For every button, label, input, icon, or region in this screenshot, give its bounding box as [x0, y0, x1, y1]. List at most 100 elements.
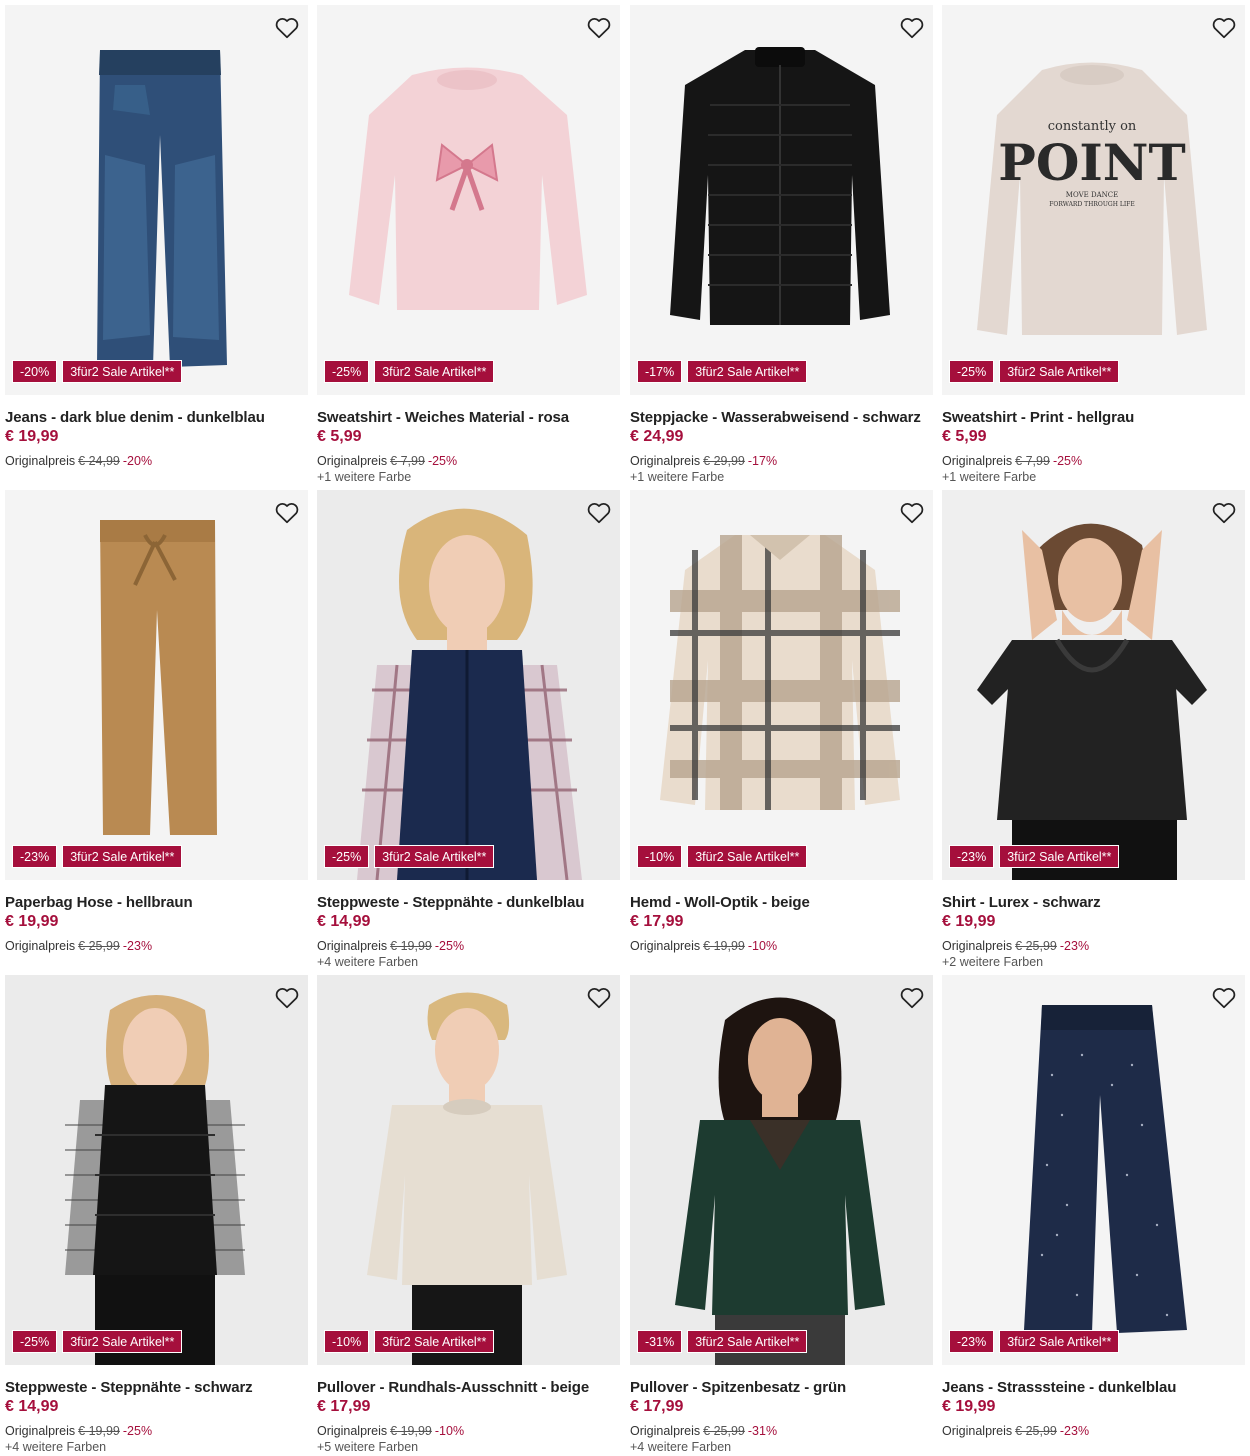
product-title[interactable]: Steppjacke - Wasserabweisend - schwarz [630, 409, 921, 426]
product-photo [5, 975, 308, 1365]
product-card[interactable]: -25% 3für2 Sale Artikel** Steppweste - S… [317, 490, 620, 970]
original-price: € 19,99 [390, 939, 432, 953]
more-colors-link[interactable]: +1 weitere Farbe [317, 470, 411, 484]
product-card[interactable]: -23% 3für2 Sale Artikel** Shirt - Lurex … [942, 490, 1245, 970]
product-title[interactable]: Pullover - Rundhals-Ausschnitt - beige [317, 1379, 589, 1396]
discount-badge: -25% [324, 360, 370, 383]
wishlist-heart-icon[interactable] [899, 985, 925, 1011]
discount-badge: -31% [637, 1330, 683, 1353]
product-price: € 19,99 [5, 428, 59, 445]
more-colors-link[interactable]: +4 weitere Farben [5, 1440, 106, 1454]
discount-percent: -25% [1052, 454, 1083, 468]
product-image[interactable]: -31% 3für2 Sale Artikel** [630, 975, 933, 1365]
sale-promo-badge: 3für2 Sale Artikel** [62, 1330, 183, 1353]
wishlist-heart-icon[interactable] [899, 15, 925, 41]
more-colors-link[interactable]: +4 weitere Farben [317, 955, 418, 969]
badge-group: -25% 3für2 Sale Artikel** [949, 360, 1120, 383]
product-card[interactable]: constantly on POINT MOVE DANCE FORWARD T… [942, 5, 1245, 485]
product-card[interactable]: -10% 3für2 Sale Artikel** Hemd - Woll-Op… [630, 490, 933, 970]
product-image[interactable]: -17% 3für2 Sale Artikel** [630, 5, 933, 395]
badge-group: -20% 3für2 Sale Artikel** [12, 360, 183, 383]
product-title[interactable]: Paperbag Hose - hellbraun [5, 894, 193, 911]
discount-percent: -25% [427, 454, 458, 468]
product-image[interactable]: -10% 3für2 Sale Artikel** [630, 490, 933, 880]
original-price-line: Originalpreis € 7,99 -25% [942, 454, 1082, 468]
product-photo [630, 490, 933, 880]
print-line-3: MOVE DANCE [1066, 191, 1118, 199]
original-price: € 25,99 [78, 939, 120, 953]
product-image[interactable]: -25% 3für2 Sale Artikel** [5, 975, 308, 1365]
sale-promo-badge: 3für2 Sale Artikel** [62, 360, 183, 383]
original-price-label: Originalpreis [942, 454, 1013, 468]
product-photo [630, 975, 933, 1365]
sale-promo-badge: 3für2 Sale Artikel** [374, 845, 495, 868]
print-line-2: POINT [998, 133, 1185, 192]
product-card[interactable]: -20% 3für2 Sale Artikel** Jeans - dark b… [5, 5, 308, 485]
product-title[interactable]: Shirt - Lurex - schwarz [942, 894, 1101, 911]
product-image[interactable]: -23% 3für2 Sale Artikel** [942, 490, 1245, 880]
product-price: € 17,99 [630, 1398, 684, 1415]
wishlist-heart-icon[interactable] [1211, 500, 1237, 526]
wishlist-heart-icon[interactable] [274, 15, 300, 41]
wishlist-heart-icon[interactable] [274, 985, 300, 1011]
more-colors-link[interactable]: +1 weitere Farbe [942, 470, 1036, 484]
product-image[interactable]: constantly on POINT MOVE DANCE FORWARD T… [942, 5, 1245, 395]
product-card[interactable]: -10% 3für2 Sale Artikel** Pullover - Run… [317, 975, 620, 1455]
product-card[interactable]: -17% 3für2 Sale Artikel** Steppjacke - W… [630, 5, 933, 485]
product-price: € 19,99 [942, 913, 996, 930]
badge-group: -10% 3für2 Sale Artikel** [324, 1330, 495, 1353]
discount-badge: -10% [637, 845, 683, 868]
badge-group: -31% 3für2 Sale Artikel** [637, 1330, 808, 1353]
original-price-label: Originalpreis [630, 1424, 701, 1438]
original-price-line: Originalpreis € 29,99 -17% [630, 454, 777, 468]
discount-percent: -25% [122, 1424, 153, 1438]
discount-badge: -25% [324, 845, 370, 868]
product-title[interactable]: Steppweste - Steppnähte - schwarz [5, 1379, 253, 1396]
product-price: € 14,99 [317, 913, 371, 930]
product-image[interactable]: -25% 3für2 Sale Artikel** [317, 490, 620, 880]
original-price-label: Originalpreis [5, 939, 76, 953]
product-title[interactable]: Pullover - Spitzenbesatz - grün [630, 1379, 846, 1396]
product-card[interactable]: -31% 3für2 Sale Artikel** Pullover - Spi… [630, 975, 933, 1455]
product-image[interactable]: -20% 3für2 Sale Artikel** [5, 5, 308, 395]
sale-promo-badge: 3für2 Sale Artikel** [687, 845, 808, 868]
wishlist-heart-icon[interactable] [274, 500, 300, 526]
product-title[interactable]: Steppweste - Steppnähte - dunkelblau [317, 894, 584, 911]
more-colors-link[interactable]: +2 weitere Farben [942, 955, 1043, 969]
more-colors-link[interactable]: +5 weitere Farben [317, 1440, 418, 1454]
original-price: € 19,99 [78, 1424, 120, 1438]
product-card[interactable]: -23% 3für2 Sale Artikel** Jeans - Strass… [942, 975, 1245, 1455]
product-photo [317, 975, 620, 1365]
wishlist-heart-icon[interactable] [1211, 15, 1237, 41]
product-title[interactable]: Hemd - Woll-Optik - beige [630, 894, 810, 911]
product-image[interactable]: -25% 3für2 Sale Artikel** [317, 5, 620, 395]
product-card[interactable]: -25% 3für2 Sale Artikel** Sweatshirt - W… [317, 5, 620, 485]
original-price-label: Originalpreis [942, 939, 1013, 953]
original-price: € 25,99 [1015, 939, 1057, 953]
more-colors-link[interactable]: +1 weitere Farbe [630, 470, 724, 484]
product-title[interactable]: Sweatshirt - Print - hellgrau [942, 409, 1134, 426]
product-photo [317, 490, 620, 880]
badge-group: -10% 3für2 Sale Artikel** [637, 845, 808, 868]
product-card[interactable]: -23% 3für2 Sale Artikel** Paperbag Hose … [5, 490, 308, 970]
product-title[interactable]: Jeans - Strasssteine - dunkelblau [942, 1379, 1176, 1396]
more-colors-link[interactable]: +4 weitere Farben [630, 1440, 731, 1454]
wishlist-heart-icon[interactable] [586, 15, 612, 41]
discount-badge: -25% [949, 360, 995, 383]
badge-group: -23% 3für2 Sale Artikel** [12, 845, 183, 868]
wishlist-heart-icon[interactable] [586, 985, 612, 1011]
product-title[interactable]: Sweatshirt - Weiches Material - rosa [317, 409, 569, 426]
wishlist-heart-icon[interactable] [899, 500, 925, 526]
product-image[interactable]: -23% 3für2 Sale Artikel** [942, 975, 1245, 1365]
original-price-line: Originalpreis € 19,99 -10% [630, 939, 777, 953]
wishlist-heart-icon[interactable] [1211, 985, 1237, 1011]
wishlist-heart-icon[interactable] [586, 500, 612, 526]
product-card[interactable]: -25% 3für2 Sale Artikel** Steppweste - S… [5, 975, 308, 1455]
product-title[interactable]: Jeans - dark blue denim - dunkelblau [5, 409, 265, 426]
product-image[interactable]: -10% 3für2 Sale Artikel** [317, 975, 620, 1365]
discount-percent: -31% [747, 1424, 778, 1438]
original-price: € 29,99 [703, 454, 745, 468]
original-price: € 19,99 [390, 1424, 432, 1438]
product-image[interactable]: -23% 3für2 Sale Artikel** [5, 490, 308, 880]
badge-group: -25% 3für2 Sale Artikel** [12, 1330, 183, 1353]
